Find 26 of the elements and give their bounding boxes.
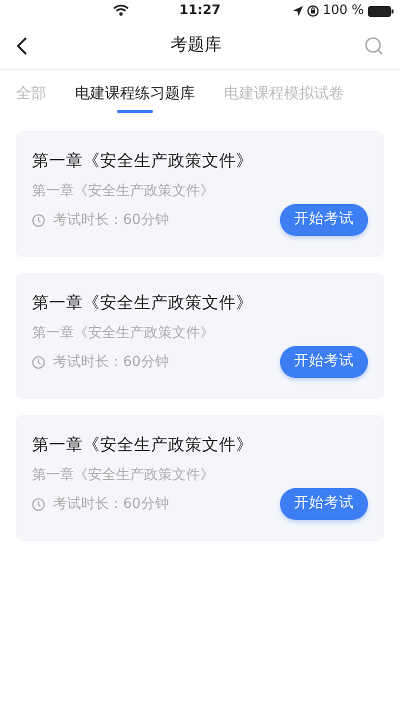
- status-time: 11:27: [178, 2, 222, 20]
- wifi-icon: [113, 4, 129, 16]
- back-button[interactable]: [16, 36, 28, 54]
- start-exam-button[interactable]: 开始考试: [280, 204, 368, 236]
- battery-level: 100 %: [322, 2, 364, 20]
- exam-title: 第一章《安全生产政策文件》: [32, 434, 254, 456]
- tab[interactable]: 全部: [16, 74, 46, 114]
- clock-icon: [32, 214, 45, 227]
- exam-subtitle: 第一章《安全生产政策文件》: [32, 466, 215, 486]
- page-title: 考题库: [170, 34, 222, 57]
- rotation-lock-icon: [306, 5, 319, 17]
- tab[interactable]: 电建课程练习题库: [75, 74, 195, 114]
- tab[interactable]: 电建课程模拟试卷: [224, 74, 344, 114]
- exam-duration: 考试时长：60分钟: [53, 352, 169, 372]
- exam-duration: 考试时长：60分钟: [53, 494, 169, 514]
- battery-icon: [368, 6, 394, 16]
- location-arrow-icon: [292, 6, 303, 16]
- start-exam-button[interactable]: 开始考试: [280, 346, 368, 378]
- exam-subtitle: 第一章《安全生产政策文件》: [32, 182, 215, 202]
- clock-icon: [32, 498, 45, 511]
- exam-subtitle: 第一章《安全生产政策文件》: [32, 324, 215, 344]
- clock-icon: [32, 356, 45, 369]
- exam-title: 第一章《安全生产政策文件》: [32, 292, 254, 314]
- exam-duration: 考试时长：60分钟: [53, 210, 169, 230]
- exam-title: 第一章《安全生产政策文件》: [32, 150, 254, 172]
- start-exam-button[interactable]: 开始考试: [280, 488, 368, 520]
